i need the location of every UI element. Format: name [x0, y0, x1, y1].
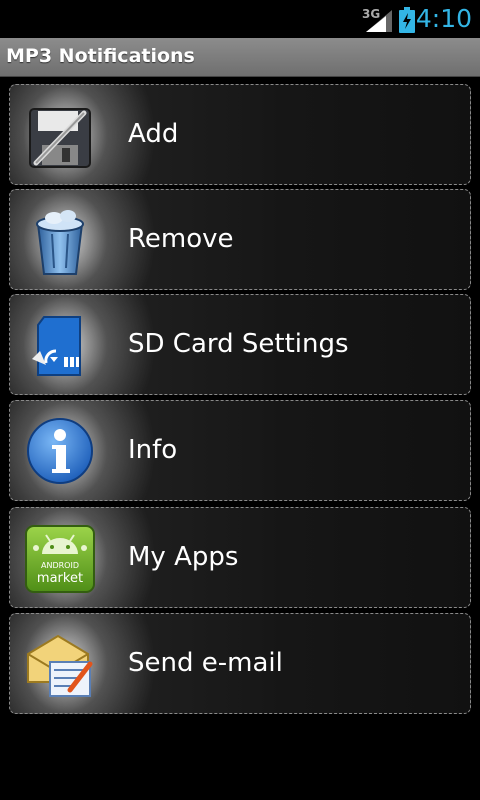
- mail-icon: [27, 634, 93, 697]
- status-bar: 3G 4:10: [0, 0, 480, 38]
- menu-item-label: SD Card Settings: [128, 329, 349, 359]
- menu-item-label: Send e-mail: [128, 648, 283, 678]
- android-market-icon: ANDROID market: [25, 525, 95, 593]
- app-title: MP3 Notifications: [6, 45, 195, 67]
- menu-item-label: Info: [128, 435, 178, 465]
- menu-item-add[interactable]: Add: [9, 84, 471, 185]
- menu-item-label: Add: [128, 119, 179, 149]
- signal-icon: [366, 10, 392, 32]
- title-bar: MP3 Notifications: [0, 38, 480, 77]
- menu-item-my-apps[interactable]: ANDROID market My Apps: [9, 507, 471, 608]
- sd-card-icon: [32, 316, 81, 376]
- info-icon: [27, 418, 93, 484]
- svg-text:market: market: [37, 571, 83, 586]
- menu-item-sd-card-settings[interactable]: SD Card Settings: [9, 294, 471, 395]
- floppy-pen-icon: [29, 108, 91, 168]
- trash-can-icon: [36, 210, 84, 275]
- svg-text:ANDROID: ANDROID: [41, 561, 79, 570]
- menu-item-send-email[interactable]: Send e-mail: [9, 613, 471, 714]
- menu-item-label: Remove: [128, 224, 234, 254]
- menu-item-info[interactable]: Info: [9, 400, 471, 501]
- menu-item-remove[interactable]: Remove: [9, 189, 471, 290]
- battery-icon: [399, 7, 415, 33]
- menu-item-label: My Apps: [128, 542, 239, 572]
- clock: 4:10: [415, 4, 472, 33]
